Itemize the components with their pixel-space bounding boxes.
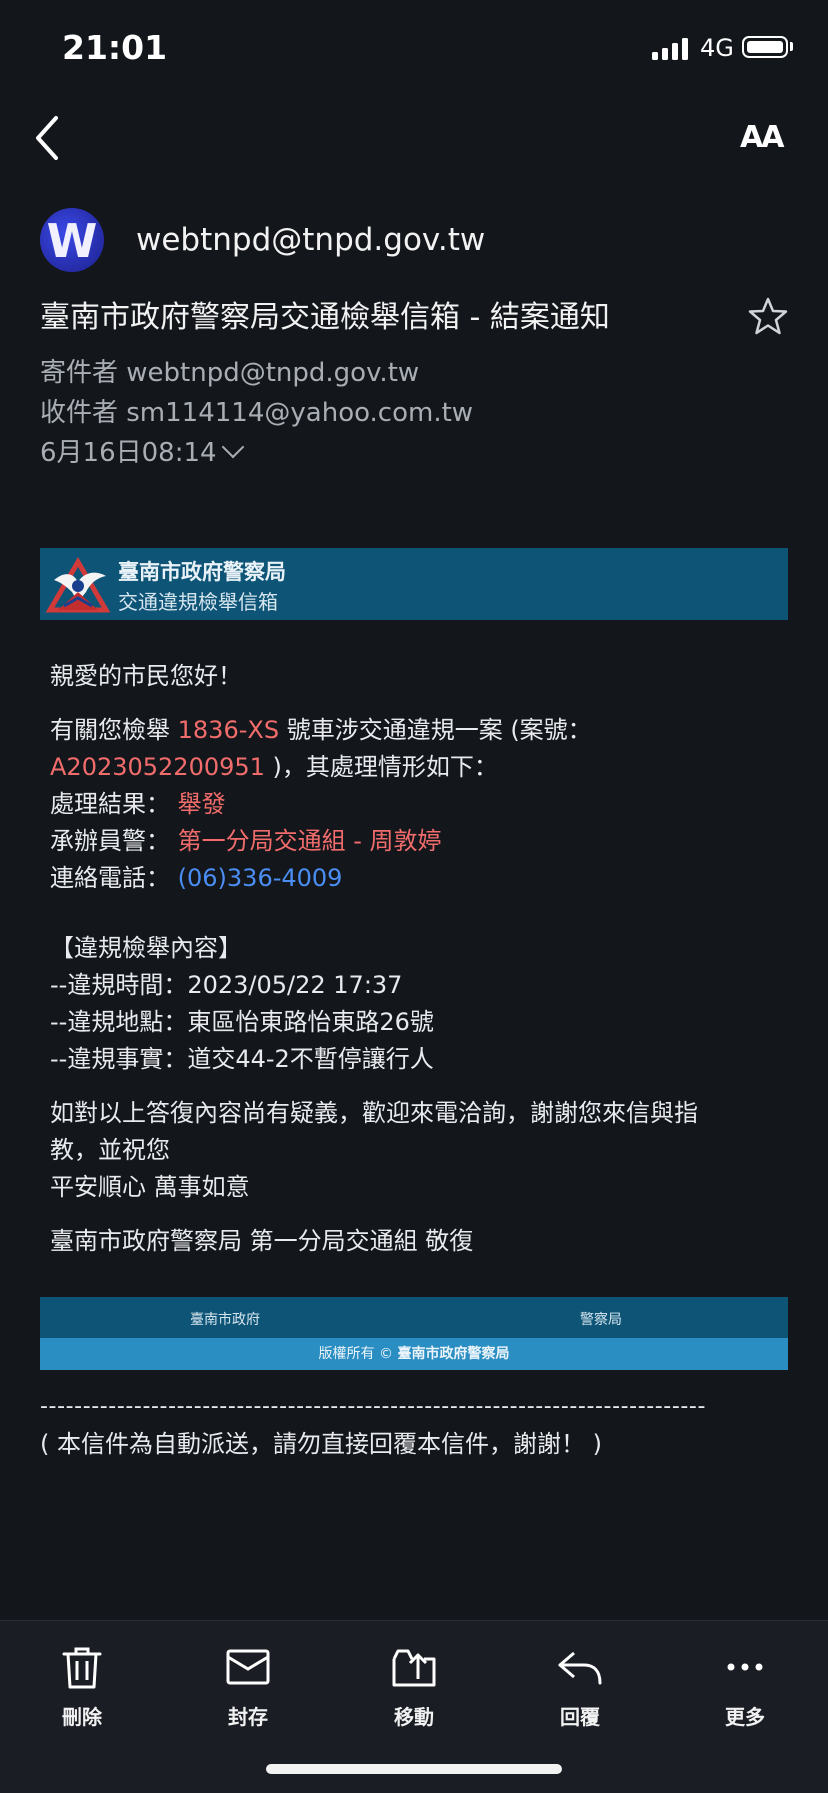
result-value: 舉發 (177, 790, 226, 818)
signature: 臺南市政府警察局 第一分局交通組 敬復 (50, 1227, 474, 1255)
reply-icon (558, 1651, 602, 1685)
banner-subtitle: 交通違規檢舉信箱 (118, 590, 278, 614)
star-icon[interactable] (748, 296, 788, 336)
closing-line-1: 如對以上答復內容尚有疑義，歡迎來電洽詢，謝謝您來信與指 (50, 1099, 698, 1127)
email-banner: 臺南市政府警察局 交通違規檢舉信箱 (40, 548, 788, 620)
email-date: 6月16日08:14 (40, 438, 217, 468)
signal-icon (652, 38, 688, 60)
trash-icon (62, 1647, 102, 1689)
content-heading: 【違規檢舉內容】 (50, 934, 242, 962)
closing-line-2: 教，並祝您 (50, 1136, 170, 1164)
move-button[interactable]: 移動 (359, 1643, 469, 1730)
intro-suffix: 號車涉交通違規一案 (案號： (279, 716, 592, 744)
intro-line-1: 有關您檢舉 1836-XS 號車涉交通違規一案 (案號： (50, 712, 780, 749)
more-label: 更多 (725, 1705, 765, 1729)
violation-place: --違規地點：東區怡東路怡東路26號 (50, 1008, 434, 1036)
phone-link[interactable]: (06)336-4009 (178, 864, 343, 892)
archive-icon (226, 1649, 270, 1685)
divider-dashes: ----------------------------------------… (40, 1394, 707, 1419)
from-line[interactable]: 寄件者 webtnpd@tnpd.gov.tw (40, 352, 419, 389)
result-row: 處理結果： 舉發 (50, 786, 780, 823)
reply-button[interactable]: 回覆 (525, 1643, 635, 1730)
battery-tip (790, 42, 793, 51)
email-subject: 臺南市政府警察局交通檢舉信箱 - 結案通知 (40, 300, 610, 335)
battery-icon (742, 36, 788, 58)
officer-label: 承辦員警： (50, 827, 170, 855)
intro-line-2: A2023052200951 )，其處理情形如下： (50, 749, 780, 786)
more-icon (727, 1663, 763, 1671)
avatar: W (40, 208, 104, 272)
footer-link-city[interactable]: 臺南市政府 (190, 1309, 260, 1329)
home-indicator[interactable] (266, 1764, 562, 1774)
status-time: 21:01 (62, 28, 168, 67)
intro-end: )，其處理情形如下： (264, 753, 498, 781)
case-number: A2023052200951 (50, 753, 265, 781)
phone-row: 連絡電話： (06)336-4009 (50, 860, 780, 897)
move-icon (392, 1649, 436, 1687)
copyright-owner: 臺南市政府警察局 (397, 1346, 510, 1362)
text-size-icon[interactable]: AA (740, 120, 784, 155)
auto-send-note: ( 本信件為自動派送，請勿直接回覆本信件，謝謝！ ) (40, 1430, 602, 1458)
archive-label: 封存 (228, 1705, 268, 1729)
move-label: 移動 (394, 1705, 434, 1729)
to-line[interactable]: 收件者 sm114114@yahoo.com.tw (40, 392, 473, 429)
email-footer-links: 臺南市政府 警察局 (40, 1297, 788, 1338)
banner-title: 臺南市政府警察局 (118, 560, 286, 584)
plate-number: 1836-XS (177, 716, 280, 744)
closing-line-3: 平安順心 萬事如意 (50, 1173, 250, 1201)
greeting: 親愛的市民您好！ (50, 662, 242, 690)
reply-label: 回覆 (560, 1705, 600, 1729)
violation-time: --違規時間：2023/05/22 17:37 (50, 971, 403, 999)
archive-button[interactable]: 封存 (193, 1643, 303, 1730)
intro-prefix: 有關您檢舉 (50, 716, 178, 744)
delete-button[interactable]: 刪除 (27, 1643, 137, 1730)
date-line[interactable]: 6月16日08:14 (40, 432, 244, 469)
sender-name[interactable]: webtnpd@tnpd.gov.tw (136, 222, 485, 258)
phone-label: 連絡電話： (50, 864, 170, 892)
result-label: 處理結果： (50, 790, 170, 818)
network-label: 4G (700, 34, 734, 62)
email-footer-copyright: 版權所有 © 臺南市政府警察局 (40, 1338, 788, 1370)
delete-label: 刪除 (62, 1705, 102, 1729)
officer-row: 承辦員警： 第一分局交通組 - 周敦婷 (50, 823, 780, 860)
police-logo-icon (45, 557, 111, 613)
violation-fact: --違規事實：道交44-2不暫停讓行人 (50, 1045, 434, 1073)
officer-value: 第一分局交通組 - 周敦婷 (177, 827, 442, 855)
more-button[interactable]: 更多 (690, 1643, 800, 1730)
chevron-down-icon[interactable] (221, 435, 244, 459)
footer-link-police[interactable]: 警察局 (580, 1309, 622, 1329)
copyright-prefix: 版權所有 © (318, 1346, 398, 1362)
avatar-letter: W (46, 214, 98, 268)
back-icon[interactable] (30, 112, 70, 164)
